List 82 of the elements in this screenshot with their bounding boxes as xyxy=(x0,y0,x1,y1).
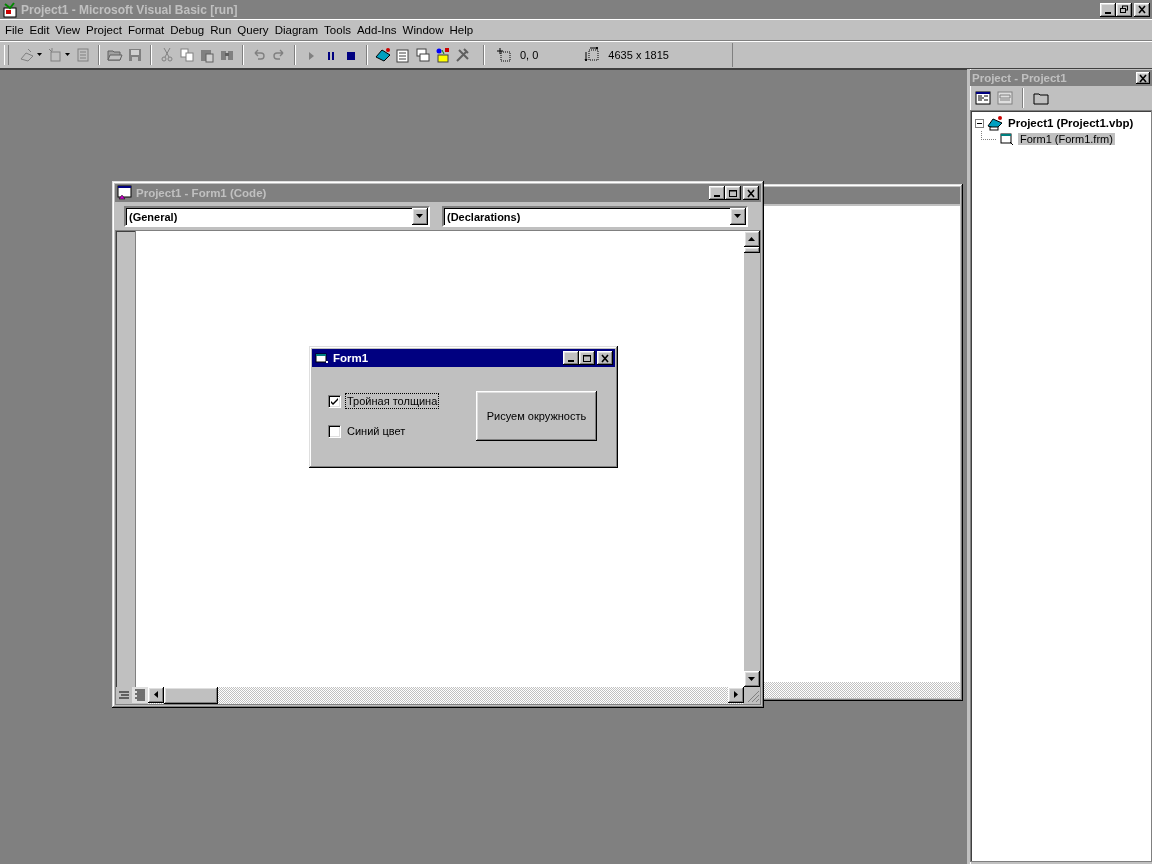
maximize-icon xyxy=(582,353,592,363)
left-arrow-icon xyxy=(153,691,159,699)
folder-icon[interactable] xyxy=(1033,90,1049,106)
close-icon xyxy=(1137,5,1147,14)
down-arrow-icon xyxy=(748,676,756,682)
open-folder-icon[interactable] xyxy=(107,47,123,63)
close-icon xyxy=(746,188,756,198)
maximize-button[interactable] xyxy=(579,351,595,365)
panel-title: Project - Project1 xyxy=(972,72,1068,84)
position-readout: 0, 0 xyxy=(520,49,539,61)
tree-item[interactable]: Form1 (Form1.frm) xyxy=(1018,133,1115,145)
menu-item[interactable]: Help xyxy=(446,24,477,36)
caret-icon[interactable] xyxy=(37,53,43,57)
menu-item[interactable]: Run xyxy=(207,24,235,36)
window-title: Project1 - Microsoft Visual Basic [run] xyxy=(21,2,238,17)
menu-item[interactable]: Diagram xyxy=(271,24,322,36)
menu-item[interactable]: File xyxy=(2,24,27,36)
up-arrow-icon xyxy=(748,236,756,242)
checkbox-label[interactable]: Тройная толщина xyxy=(345,393,440,409)
horizontal-scrollbar[interactable] xyxy=(148,687,744,704)
scroll-up-button[interactable] xyxy=(744,231,760,247)
properties-icon[interactable] xyxy=(395,47,411,63)
vertical-scrollbar[interactable] xyxy=(744,231,760,687)
scroll-thumb[interactable] xyxy=(164,687,218,704)
minimize-icon xyxy=(568,360,574,362)
restore-button[interactable] xyxy=(1116,2,1132,17)
close-icon xyxy=(600,353,610,363)
menu-item[interactable]: Format xyxy=(124,24,168,36)
right-arrow-icon xyxy=(733,691,739,699)
menu-item[interactable]: Debug xyxy=(167,24,208,36)
size-icon xyxy=(584,47,601,63)
toolbar-grip[interactable] xyxy=(4,45,9,65)
view-code-icon[interactable] xyxy=(975,90,991,106)
minimize-button[interactable] xyxy=(1100,2,1116,17)
object-dropdown[interactable]: (General) xyxy=(124,206,430,227)
collapse-toggle[interactable] xyxy=(975,118,984,128)
restore-icon xyxy=(1119,5,1129,14)
code-window-title: Project1 - Form1 (Code) xyxy=(136,187,267,199)
menu-item[interactable]: Tools xyxy=(321,24,354,36)
close-button[interactable] xyxy=(1136,72,1150,84)
form-file-icon xyxy=(999,131,1015,147)
menu-item[interactable]: View xyxy=(52,24,84,36)
minimize-button[interactable] xyxy=(563,351,579,365)
form-title: Form1 xyxy=(333,352,369,364)
checkbox-label[interactable]: Синий цвет xyxy=(345,423,408,439)
checkmark-icon xyxy=(330,396,339,406)
project-icon xyxy=(987,115,1003,131)
project-explorer-icon[interactable] xyxy=(375,47,391,63)
tree-item[interactable]: Project1 (Project1.vbp) xyxy=(1006,117,1136,129)
menu-item[interactable]: Project xyxy=(83,24,125,36)
toolbox-icon[interactable] xyxy=(455,47,471,63)
caret-icon xyxy=(416,214,424,219)
draw-circle-button[interactable]: Рисуем окружность xyxy=(476,391,597,441)
menu-item[interactable]: Window xyxy=(399,24,447,36)
checkbox[interactable] xyxy=(328,424,341,438)
paste-icon[interactable] xyxy=(199,47,215,63)
code-window-icon xyxy=(117,185,133,201)
menu-item[interactable]: Query xyxy=(234,24,272,36)
save-icon[interactable] xyxy=(127,47,143,63)
form-layout-icon[interactable] xyxy=(415,47,431,63)
scroll-thumb[interactable] xyxy=(744,247,760,253)
minimize-icon xyxy=(1105,11,1111,14)
close-icon xyxy=(1138,73,1148,83)
minimize-icon xyxy=(714,195,720,197)
size-readout: 4635 x 1815 xyxy=(608,49,669,61)
full-module-view-icon[interactable] xyxy=(132,687,148,703)
caret-icon[interactable] xyxy=(65,53,71,57)
menu-item[interactable]: Add-Ins xyxy=(353,24,400,36)
checkbox[interactable] xyxy=(328,394,341,408)
position-icon xyxy=(496,47,512,63)
caret-icon xyxy=(734,214,742,219)
procedure-dropdown[interactable]: (Declarations) xyxy=(442,206,748,227)
menu-item[interactable]: Edit xyxy=(26,24,53,36)
form-icon xyxy=(314,350,330,366)
copy-icon[interactable] xyxy=(179,47,195,63)
maximize-icon xyxy=(728,188,738,198)
scroll-left-button[interactable] xyxy=(148,687,164,703)
close-button[interactable] xyxy=(597,351,613,365)
close-button[interactable] xyxy=(1134,2,1150,17)
scroll-right-button[interactable] xyxy=(728,687,744,703)
scroll-down-button[interactable] xyxy=(744,671,760,687)
object-browser-icon[interactable] xyxy=(435,47,451,63)
